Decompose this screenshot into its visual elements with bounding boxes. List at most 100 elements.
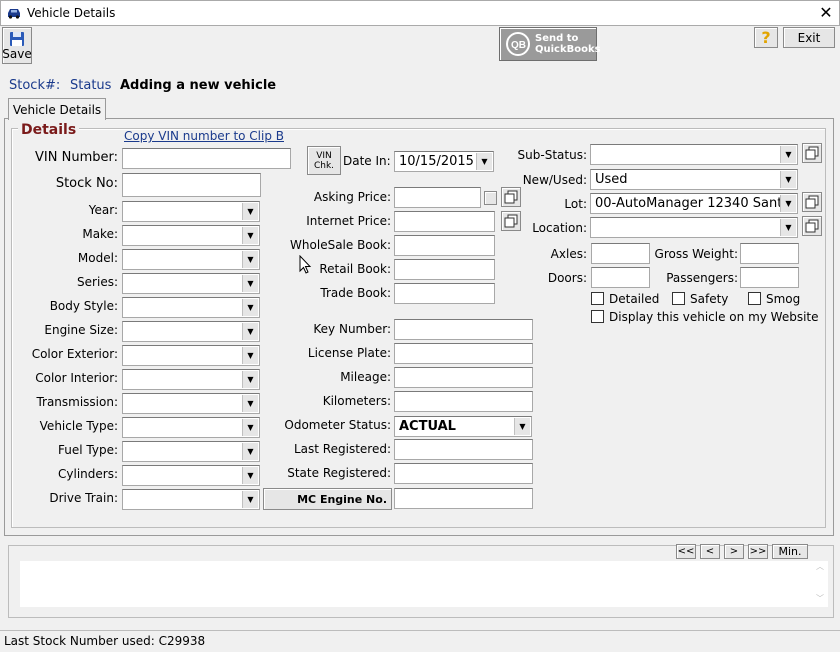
key-number-input[interactable] [394, 319, 533, 340]
chevron-down-icon[interactable]: ▼ [242, 395, 258, 412]
chevron-down-icon[interactable]: ▼ [242, 443, 258, 460]
chevron-down-icon[interactable]: ▼ [242, 491, 258, 508]
notes-textarea[interactable] [20, 561, 828, 607]
smog-label: Smog [766, 292, 801, 306]
scroll-up-icon[interactable]: ︿ [814, 562, 826, 572]
copy-pages-icon [805, 219, 819, 233]
license-plate-input[interactable] [394, 343, 533, 364]
axles-label: Axles: [550, 247, 587, 261]
lot-label: Lot: [564, 197, 587, 211]
location-select[interactable]: ▼ [590, 217, 798, 238]
chevron-down-icon[interactable]: ▼ [242, 275, 258, 292]
key-number-label: Key Number: [313, 322, 391, 336]
chevron-down-icon[interactable]: ▼ [780, 219, 796, 236]
sub-status-lookup-button[interactable] [802, 143, 822, 163]
vin-check-button[interactable]: VIN Chk. [307, 146, 341, 175]
vehicle-type-select[interactable]: ▼ [122, 417, 260, 438]
chevron-down-icon[interactable]: ▼ [780, 195, 796, 212]
chevron-down-icon[interactable]: ▼ [242, 299, 258, 316]
chevron-down-icon[interactable]: ▼ [514, 418, 530, 435]
chevron-down-icon[interactable]: ▼ [242, 251, 258, 268]
chevron-down-icon[interactable]: ▼ [242, 371, 258, 388]
drive-train-select[interactable]: ▼ [122, 489, 260, 510]
tab-vehicle-details[interactable]: Vehicle Details [8, 98, 106, 120]
doors-input[interactable] [591, 267, 650, 288]
last-registered-input[interactable] [394, 439, 533, 460]
first-record-button[interactable]: << [676, 544, 696, 559]
mileage-input[interactable] [394, 367, 533, 388]
display-on-website-checkbox[interactable] [591, 310, 604, 323]
exit-button[interactable]: Exit [783, 27, 835, 48]
detailed-checkbox[interactable] [591, 292, 604, 305]
vin-number-input[interactable] [122, 148, 291, 169]
lot-value: 00-AutoManager 12340 Santa Mo [595, 196, 783, 211]
model-label: Model: [77, 251, 118, 265]
status-bar-text: Last Stock Number used: C29938 [4, 634, 206, 648]
body-style-select[interactable]: ▼ [122, 297, 260, 318]
lot-lookup-button[interactable] [802, 192, 822, 212]
wholesale-book-label: WholeSale Book: [290, 238, 391, 252]
asking-price-ellipsis-button[interactable] [484, 191, 497, 205]
stock-no-input[interactable] [122, 173, 261, 197]
kilometers-input[interactable] [394, 391, 533, 412]
passengers-input[interactable] [740, 267, 799, 288]
last-record-button[interactable]: >> [748, 544, 768, 559]
save-button[interactable]: Save [2, 27, 32, 64]
chevron-down-icon[interactable]: ▼ [242, 347, 258, 364]
chevron-down-icon[interactable]: ▼ [476, 153, 492, 170]
safety-checkbox[interactable] [672, 292, 685, 305]
transmission-select[interactable]: ▼ [122, 393, 260, 414]
chevron-down-icon[interactable]: ▼ [242, 227, 258, 244]
year-select[interactable]: ▼ [122, 201, 260, 222]
notes-scrollbar[interactable]: ︿ ﹀ [814, 562, 826, 606]
gross-weight-input[interactable] [740, 243, 799, 264]
chevron-down-icon[interactable]: ▼ [780, 146, 796, 163]
close-button[interactable]: ✕ [815, 3, 837, 23]
cylinders-select[interactable]: ▼ [122, 465, 260, 486]
send-to-quickbooks-label: Send to QuickBooks [535, 33, 601, 55]
minimize-notes-label: Min. [778, 545, 802, 558]
mc-engine-button[interactable]: MC Engine No. [263, 488, 392, 510]
exit-button-label: Exit [797, 30, 821, 45]
state-registered-input[interactable] [394, 463, 533, 484]
smog-checkbox[interactable] [748, 292, 761, 305]
send-to-quickbooks-button[interactable]: QB Send to QuickBooks [499, 27, 601, 61]
prev-record-button[interactable]: < [700, 544, 720, 559]
location-lookup-button[interactable] [802, 216, 822, 236]
scroll-down-icon[interactable]: ﹀ [814, 594, 826, 604]
model-select[interactable]: ▼ [122, 249, 260, 270]
make-select[interactable]: ▼ [122, 225, 260, 246]
axles-input[interactable] [591, 243, 650, 264]
engine-size-select[interactable]: ▼ [122, 321, 260, 342]
kilometers-label: Kilometers: [322, 394, 391, 408]
copy-pages-icon [805, 146, 819, 160]
copy-vin-link[interactable]: Copy VIN number to Clip Boa [124, 129, 284, 143]
chevron-down-icon[interactable]: ▼ [242, 323, 258, 340]
stock-label: Stock#: [9, 78, 61, 93]
color-interior-select[interactable]: ▼ [122, 369, 260, 390]
new-used-select[interactable]: Used ▼ [590, 169, 798, 190]
date-in-picker[interactable]: 10/15/2015 ▼ [394, 151, 494, 172]
mc-engine-input[interactable] [394, 488, 533, 509]
internet-price-input[interactable] [394, 211, 495, 232]
chevron-down-icon[interactable]: ▼ [242, 419, 258, 436]
help-button[interactable]: ? [754, 27, 778, 48]
fuel-type-select[interactable]: ▼ [122, 441, 260, 462]
next-record-button[interactable]: > [724, 544, 744, 559]
trade-book-input[interactable] [394, 283, 495, 304]
next-record-label: > [729, 546, 739, 557]
odometer-status-select[interactable]: ACTUAL ▼ [394, 416, 532, 437]
color-exterior-label: Color Exterior: [31, 347, 118, 361]
lot-select[interactable]: 00-AutoManager 12340 Santa Mo ▼ [590, 193, 798, 214]
status-label: Status [70, 78, 112, 93]
chevron-down-icon[interactable]: ▼ [242, 467, 258, 484]
minimize-notes-button[interactable]: Min. [772, 544, 808, 559]
retail-book-input[interactable] [394, 259, 495, 280]
chevron-down-icon[interactable]: ▼ [780, 171, 796, 188]
chevron-down-icon[interactable]: ▼ [242, 203, 258, 220]
color-exterior-select[interactable]: ▼ [122, 345, 260, 366]
sub-status-select[interactable]: ▼ [590, 144, 798, 165]
series-select[interactable]: ▼ [122, 273, 260, 294]
asking-price-input[interactable] [394, 187, 481, 208]
wholesale-book-input[interactable] [394, 235, 495, 256]
